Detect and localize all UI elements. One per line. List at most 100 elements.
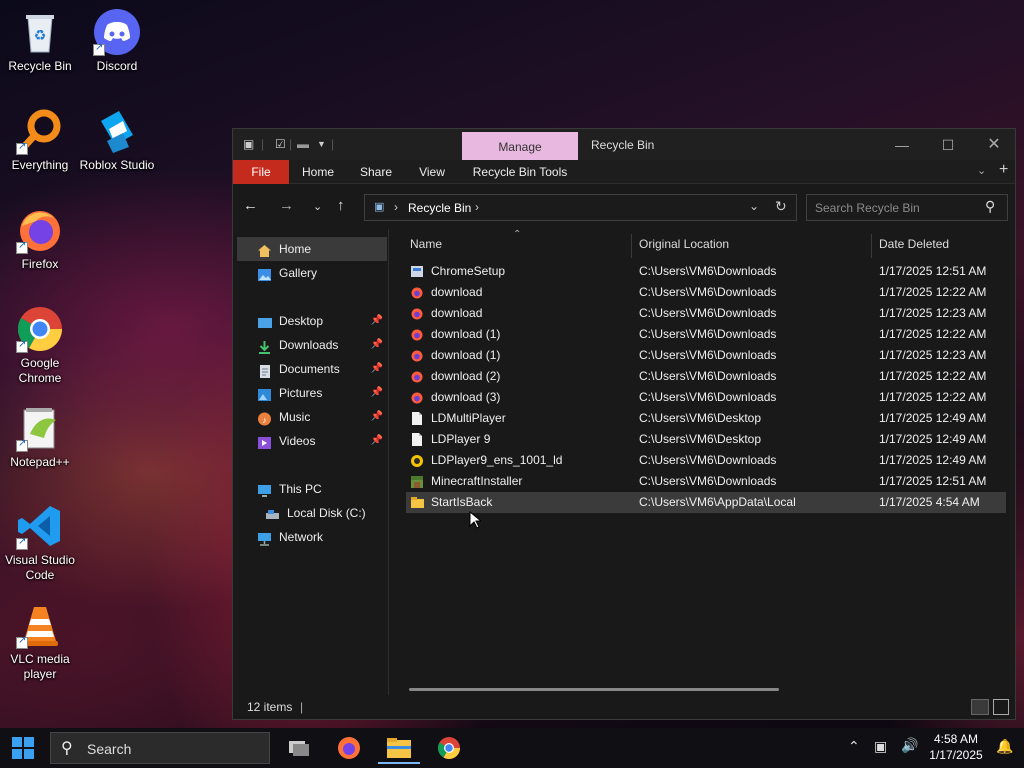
taskbar-search-box[interactable]: ⚲ Search — [50, 732, 270, 764]
navigation-pane: Home Gallery Desktop 📌 Downloads 📌 Docum… — [233, 229, 389, 695]
column-divider[interactable] — [871, 234, 872, 258]
taskbar-file-explorer[interactable] — [378, 732, 420, 764]
tab-home[interactable]: Home — [291, 160, 345, 184]
horizontal-scrollbar[interactable] — [409, 688, 779, 691]
nav-item-gallery[interactable]: Gallery — [237, 261, 387, 285]
tab-recycle-bin-tools[interactable]: Recycle Bin Tools — [465, 160, 575, 184]
back-arrow-icon[interactable]: ← — [243, 197, 258, 214]
firefox-icon — [338, 737, 360, 759]
file-row[interactable]: download (3) C:\Users\VM6\Downloads 1/17/2… — [406, 387, 1006, 408]
desktop-icon-firefox[interactable]: Firefox — [0, 206, 80, 272]
file-date-deleted: 1/17/2025 12:23 AM — [879, 348, 987, 362]
nav-item-documents[interactable]: Documents 📌 — [237, 357, 387, 381]
up-arrow-icon[interactable]: ↑ — [337, 197, 345, 214]
maximize-button[interactable]: ☐ — [925, 133, 971, 157]
nav-item-network[interactable]: Network — [237, 525, 387, 549]
file-date-deleted: 1/17/2025 12:22 AM — [879, 327, 987, 341]
file-row[interactable]: download (1) C:\Users\VM6\Downloads 1/17/2… — [406, 345, 1006, 366]
desktop-icon-discord[interactable]: Discord — [77, 8, 157, 74]
column-header-name[interactable]: Name — [410, 237, 442, 253]
column-header-date-deleted[interactable]: Date Deleted — [879, 237, 949, 253]
documents-icon — [257, 362, 272, 378]
tab-view[interactable]: View — [405, 160, 459, 184]
taskbar-google-chrome[interactable] — [428, 732, 470, 764]
close-icon: ✕ — [987, 136, 1001, 153]
nav-item-desktop[interactable]: Desktop 📌 — [237, 309, 387, 333]
search-input[interactable] — [807, 195, 977, 220]
file-row[interactable]: StartIsBack C:\Users\VM6\AppData\Local 1/1… — [406, 492, 1006, 513]
column-header-original-location[interactable]: Original Location — [639, 237, 729, 253]
volume-speaker-icon[interactable]: 🔊 — [901, 737, 918, 754]
minimize-button[interactable]: — — [879, 133, 925, 157]
new-tab-plus-icon[interactable]: + — [999, 161, 1008, 179]
pin-icon: 📌 — [370, 387, 383, 398]
tab-share[interactable]: Share — [349, 160, 403, 184]
file-row[interactable]: download (2) C:\Users\VM6\Downloads 1/17/2… — [406, 366, 1006, 387]
file-date-deleted: 1/17/2025 12:22 AM — [879, 369, 987, 383]
nav-item-music[interactable]: ♪ Music 📌 — [237, 405, 387, 429]
nav-item-local-disk[interactable]: Local Disk (C:) — [237, 501, 387, 525]
svg-text:♪: ♪ — [262, 415, 267, 425]
large-icons-view-icon[interactable] — [993, 699, 1009, 715]
file-original-location: C:\Users\VM6\Downloads — [639, 285, 777, 299]
desktop-icon-google-chrome[interactable]: Google Chrome — [0, 305, 80, 386]
refresh-icon[interactable]: ↻ — [775, 198, 787, 215]
show-hidden-icons-chevron-icon[interactable]: ⌃ — [848, 738, 860, 755]
breadcrumb-recycle-bin[interactable]: Recycle Bin — [408, 201, 471, 215]
desktop-icon-everything[interactable]: Everything — [0, 107, 80, 173]
nav-item-downloads[interactable]: Downloads 📌 — [237, 333, 387, 357]
item-count: 12 items — [247, 700, 293, 714]
start-button[interactable] — [12, 737, 34, 759]
search-box[interactable]: ⚲ — [806, 194, 1008, 221]
title-bar[interactable]: ▣ | ☑ | ▬ ▼ | Manage Recycle Bin — ☐ ✕ — [233, 129, 1015, 160]
desktop-icon-notepad-plus-plus[interactable]: Notepad++ — [0, 404, 80, 470]
file-row[interactable]: download (1) C:\Users\VM6\Downloads 1/17/2… — [406, 324, 1006, 345]
desktop-icon-roblox-studio[interactable]: Roblox Studio — [77, 107, 157, 173]
file-date-deleted: 1/17/2025 12:51 AM — [879, 264, 987, 278]
task-view-button[interactable] — [278, 732, 320, 764]
taskbar-firefox[interactable] — [328, 732, 370, 764]
nav-item-pictures[interactable]: Pictures 📌 — [237, 381, 387, 405]
expand-ribbon-chevron-icon[interactable]: ⌄ — [977, 164, 986, 177]
properties-checkbox-icon[interactable]: ☑ — [275, 137, 286, 151]
notification-bell-icon[interactable]: 🔔 — [996, 738, 1013, 755]
file-row[interactable]: LDPlayer 9 C:\Users\VM6\Desktop 1/17/2025 … — [406, 429, 1006, 450]
nav-item-label: Documents — [279, 362, 340, 376]
desktop-icon-vlc[interactable]: VLC media player — [0, 601, 80, 682]
system-clock[interactable]: 4:58 AM 1/17/2025 — [924, 731, 988, 763]
file-row[interactable]: download C:\Users\VM6\Downloads 1/17/2025 … — [406, 303, 1006, 324]
column-divider[interactable] — [631, 234, 632, 258]
breadcrumb-chevron-icon[interactable]: › — [475, 200, 479, 214]
file-row[interactable]: LDPlayer9_ens_1001_ld C:\Users\VM6\Downlo… — [406, 450, 1006, 471]
details-view-icon[interactable] — [971, 699, 989, 715]
file-row[interactable]: ChromeSetup C:\Users\VM6\Downloads 1/17/20… — [406, 261, 1006, 282]
address-dropdown-chevron-icon[interactable]: ⌄ — [749, 199, 759, 213]
recent-locations-chevron-icon[interactable]: ⌄ — [313, 200, 322, 213]
address-bar[interactable]: ▣ › Recycle Bin › ⌄ ↻ — [364, 194, 797, 221]
file-original-location: C:\Users\VM6\Downloads — [639, 306, 777, 320]
file-row[interactable]: download C:\Users\VM6\Downloads 1/17/2025 … — [406, 282, 1006, 303]
customize-toolbar-chevron-icon[interactable]: ▼ — [317, 139, 326, 149]
notepad-plus-plus-icon — [16, 404, 64, 452]
tab-file[interactable]: File — [233, 160, 289, 184]
breadcrumb-chevron-icon[interactable]: › — [394, 200, 398, 214]
desktop-icon-visual-studio-code[interactable]: Visual Studio Code — [0, 502, 80, 583]
nav-item-videos[interactable]: Videos 📌 — [237, 429, 387, 453]
ldplayer-icon — [410, 453, 424, 468]
music-icon: ♪ — [257, 410, 272, 426]
nav-item-home[interactable]: Home — [237, 237, 387, 261]
desktop-icon-label: VLC media player — [10, 652, 70, 681]
forward-arrow-icon[interactable]: → — [279, 197, 294, 214]
desktop-icon-recycle-bin[interactable]: ♻ Recycle Bin — [0, 8, 80, 74]
new-folder-icon[interactable]: ▬ — [297, 137, 309, 151]
close-button[interactable]: ✕ — [971, 133, 1017, 157]
manage-tab[interactable]: Manage — [462, 132, 578, 160]
network-status-icon[interactable]: ▣ — [874, 738, 887, 755]
file-row[interactable]: MinecraftInstaller C:\Users\VM6\Downloads… — [406, 471, 1006, 492]
file-original-location: C:\Users\VM6\Downloads — [639, 474, 777, 488]
nav-item-this-pc[interactable]: This PC — [237, 477, 387, 501]
file-row[interactable]: LDMultiPlayer C:\Users\VM6\Desktop 1/17/20… — [406, 408, 1006, 429]
search-icon[interactable]: ⚲ — [985, 198, 995, 215]
nav-item-label: Local Disk (C:) — [287, 506, 366, 520]
file-date-deleted: 1/17/2025 12:49 AM — [879, 411, 987, 425]
